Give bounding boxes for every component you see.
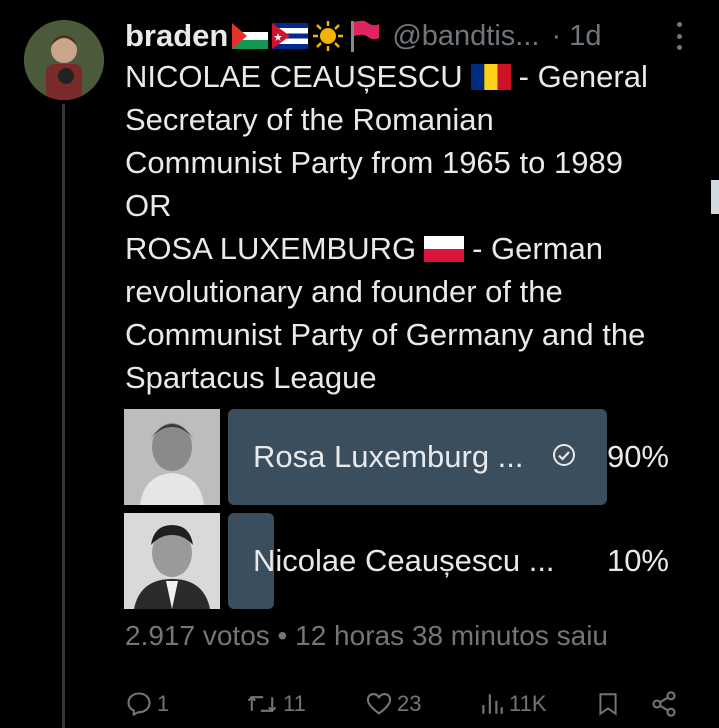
red-flag-icon — [351, 20, 380, 52]
heart-icon — [366, 693, 392, 715]
poll-option-nicolae-ceausescu[interactable]: Nicolae Ceaușescu ... 10% — [124, 513, 669, 609]
scrollbar-thumb[interactable] — [711, 180, 719, 214]
share-button[interactable] — [650, 690, 678, 718]
cuba-flag-icon — [272, 23, 309, 49]
views-count: 11K — [509, 691, 547, 716]
romania-flag-icon — [470, 63, 511, 90]
text-line: Communist Party from 1965 to 1989 — [125, 145, 623, 180]
tweet-text: NICOLAE CEAUȘESCU - General Secretary of… — [125, 55, 715, 399]
avatar[interactable] — [24, 20, 104, 100]
like-count: 23 — [397, 691, 422, 716]
text-line: Communist Party of Germany and the — [125, 317, 646, 352]
poll-option-percent: 10% — [606, 543, 669, 578]
poll-option-label: Nicolae Ceaușescu ... — [253, 543, 555, 578]
bookmark-button[interactable] — [595, 690, 621, 718]
author-handle[interactable]: @bandtis... — [392, 20, 539, 53]
poll-option-label: Rosa Luxemburg ... — [253, 439, 524, 474]
poll-option-percent: 90% — [606, 439, 669, 474]
tweet-header: braden @bandtis... · 1d — [125, 16, 601, 56]
repost-icon — [247, 695, 277, 713]
text-line: revolutionary and founder of the — [125, 274, 563, 309]
poll-option-image — [124, 409, 220, 505]
tweet-time[interactable]: · 1d — [551, 20, 601, 53]
more-options-icon[interactable] — [672, 22, 686, 50]
text-line: OR — [125, 188, 172, 223]
views-icon — [482, 694, 503, 714]
views-button[interactable]: 11K — [479, 690, 547, 718]
poll-option-rosa-luxemburg[interactable]: Rosa Luxemburg ... 90% — [124, 409, 669, 505]
check-circle-icon — [553, 444, 575, 466]
poland-flag-icon — [424, 235, 465, 262]
palestine-flag-icon — [232, 23, 269, 49]
text-line: NICOLAE CEAUȘESCU - General — [125, 59, 648, 94]
text-line: Secretary of the Romanian — [125, 102, 494, 137]
like-button[interactable]: 23 — [365, 690, 421, 718]
author-name[interactable]: braden — [125, 18, 228, 54]
avatar-photo — [24, 20, 104, 100]
reply-count: 1 — [157, 691, 170, 716]
text-line: ROSA LUXEMBURG - German — [125, 231, 604, 266]
reply-icon — [127, 692, 151, 717]
thread-line — [62, 104, 65, 728]
repost-count: 11 — [283, 691, 306, 716]
bookmark-icon — [599, 693, 617, 716]
reply-button[interactable]: 1 — [125, 690, 169, 718]
repost-button[interactable]: 11 — [245, 690, 306, 718]
author-flags — [232, 19, 380, 53]
share-icon — [652, 691, 676, 717]
text-line: Spartacus League — [125, 360, 377, 395]
poll-option-image — [124, 513, 220, 609]
sun-icon — [313, 21, 344, 51]
action-bar: 1 11 23 11K — [125, 690, 685, 728]
poll-meta: 2.917 votos • 12 horas 38 minutos saiu — [125, 620, 608, 651]
